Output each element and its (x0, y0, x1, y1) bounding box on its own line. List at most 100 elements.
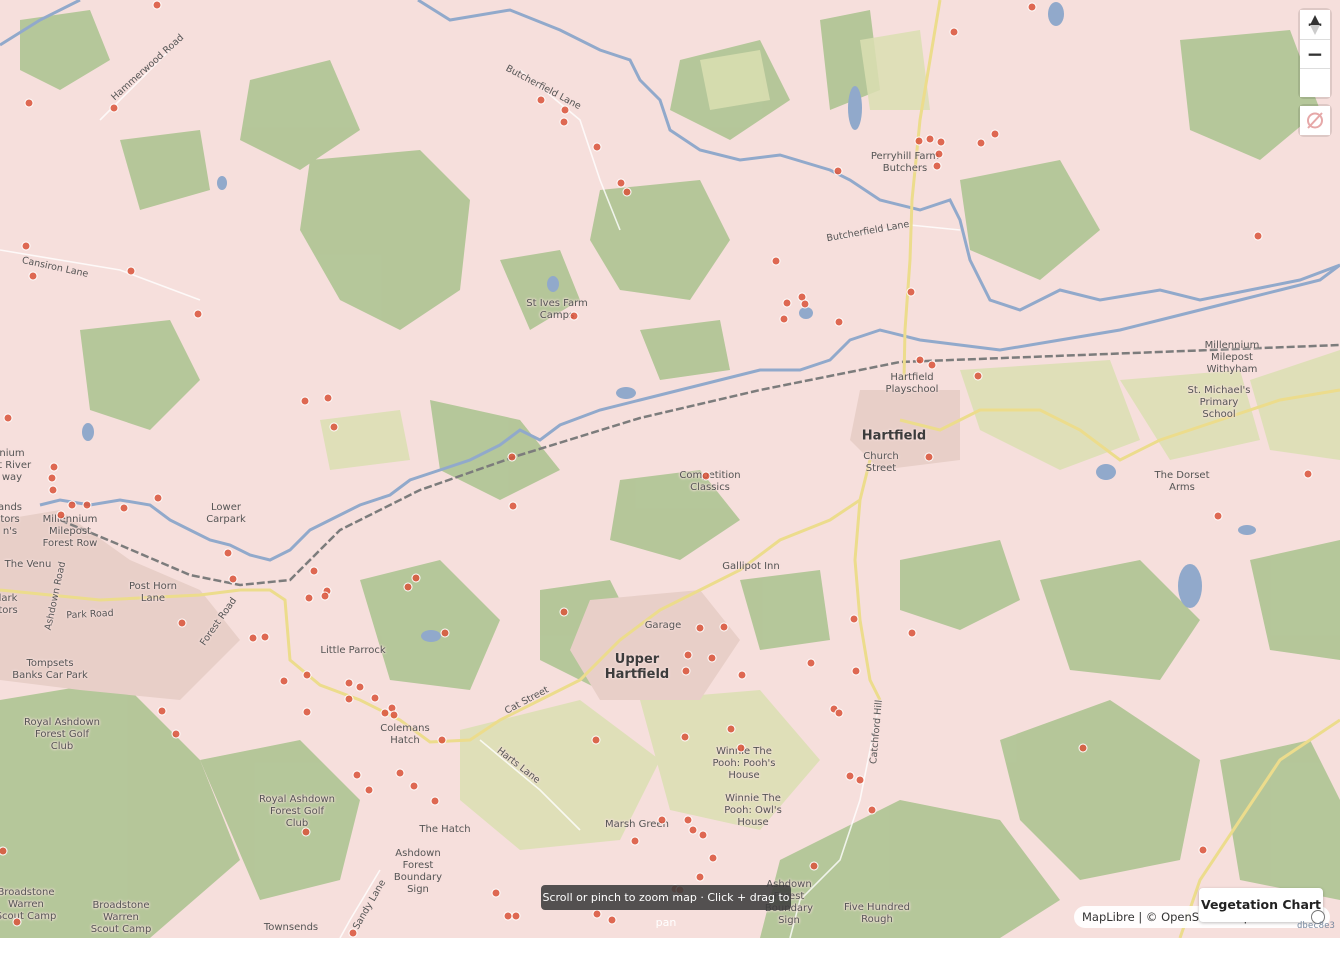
observation-marker[interactable] (591, 735, 601, 745)
observation-marker[interactable] (855, 775, 865, 785)
observation-marker[interactable] (834, 708, 844, 718)
observation-marker[interactable] (1198, 845, 1208, 855)
observation-marker[interactable] (1253, 231, 1263, 241)
observation-marker[interactable] (976, 138, 986, 148)
observation-marker[interactable] (309, 566, 319, 576)
observation-marker[interactable] (616, 178, 626, 188)
observation-marker[interactable] (1027, 2, 1037, 12)
observation-marker[interactable] (389, 710, 399, 720)
observation-marker[interactable] (849, 614, 859, 624)
observation-marker[interactable] (171, 729, 181, 739)
observation-marker[interactable] (3, 413, 13, 423)
observation-marker[interactable] (907, 628, 917, 638)
observation-marker[interactable] (67, 500, 77, 510)
observation-marker[interactable] (82, 500, 92, 510)
observation-marker[interactable] (24, 98, 34, 108)
observation-marker[interactable] (833, 166, 843, 176)
observation-marker[interactable] (177, 618, 187, 628)
map-canvas[interactable]: Hammerwood Road Butcherfield Lane Perryhil… (0, 0, 1340, 938)
observation-marker[interactable] (934, 149, 944, 159)
observation-marker[interactable] (223, 548, 233, 558)
observation-marker[interactable] (152, 0, 162, 10)
observation-marker[interactable] (355, 682, 365, 692)
observation-marker[interactable] (779, 314, 789, 324)
observation-marker[interactable] (915, 355, 925, 365)
observation-marker[interactable] (248, 633, 258, 643)
compass-button[interactable] (1300, 15, 1330, 97)
observation-marker[interactable] (698, 830, 708, 840)
observation-marker[interactable] (1213, 511, 1223, 521)
observation-marker[interactable] (348, 928, 358, 938)
observation-marker[interactable] (782, 298, 792, 308)
observation-marker[interactable] (936, 137, 946, 147)
observation-marker[interactable] (924, 452, 934, 462)
observation-marker[interactable] (736, 743, 746, 753)
observation-marker[interactable] (301, 827, 311, 837)
observation-marker[interactable] (569, 311, 579, 321)
observation-marker[interactable] (28, 271, 38, 281)
observation-marker[interactable] (683, 815, 693, 825)
observation-marker[interactable] (193, 309, 203, 319)
observation-marker[interactable] (592, 142, 602, 152)
observation-marker[interactable] (304, 593, 314, 603)
observation-marker[interactable] (592, 909, 602, 919)
geolocate-button[interactable] (1300, 106, 1330, 135)
observation-marker[interactable] (708, 853, 718, 863)
observation-marker[interactable] (726, 724, 736, 734)
observation-marker[interactable] (329, 422, 339, 432)
observation-marker[interactable] (845, 771, 855, 781)
observation-marker[interactable] (320, 591, 330, 601)
observation-marker[interactable] (695, 872, 705, 882)
observation-marker[interactable] (800, 299, 810, 309)
observation-marker[interactable] (707, 653, 717, 663)
observation-marker[interactable] (806, 658, 816, 668)
observation-marker[interactable] (680, 732, 690, 742)
observation-marker[interactable] (834, 317, 844, 327)
observation-marker[interactable] (657, 815, 667, 825)
observation-marker[interactable] (507, 452, 517, 462)
observation-marker[interactable] (119, 503, 129, 513)
observation-marker[interactable] (949, 27, 959, 37)
observation-marker[interactable] (508, 501, 518, 511)
observation-marker[interactable] (395, 768, 405, 778)
observation-marker[interactable] (279, 676, 289, 686)
observation-marker[interactable] (1303, 469, 1313, 479)
observation-marker[interactable] (302, 670, 312, 680)
observation-marker[interactable] (56, 510, 66, 520)
observation-marker[interactable] (927, 360, 937, 370)
observation-marker[interactable] (260, 632, 270, 642)
maplibre-link[interactable]: MapLibre (1082, 910, 1135, 924)
observation-marker[interactable] (491, 888, 501, 898)
observation-marker[interactable] (409, 781, 419, 791)
observation-marker[interactable] (851, 666, 861, 676)
observation-marker[interactable] (370, 693, 380, 703)
observation-marker[interactable] (681, 666, 691, 676)
observation-marker[interactable] (323, 393, 333, 403)
observation-marker[interactable] (990, 129, 1000, 139)
observation-marker[interactable] (560, 105, 570, 115)
observation-marker[interactable] (403, 582, 413, 592)
observation-marker[interactable] (157, 706, 167, 716)
observation-marker[interactable] (430, 796, 440, 806)
observation-marker[interactable] (440, 628, 450, 638)
observation-marker[interactable] (719, 622, 729, 632)
observation-marker[interactable] (630, 836, 640, 846)
vegetation-chart-button[interactable]: Vegetation Chart (1199, 888, 1323, 922)
observation-marker[interactable] (109, 103, 119, 113)
observation-marker[interactable] (737, 670, 747, 680)
observation-marker[interactable] (695, 623, 705, 633)
observation-marker[interactable] (21, 241, 31, 251)
observation-marker[interactable] (973, 371, 983, 381)
observation-marker[interactable] (0, 846, 8, 856)
observation-marker[interactable] (932, 161, 942, 171)
observation-marker[interactable] (380, 708, 390, 718)
observation-marker[interactable] (906, 287, 916, 297)
observation-marker[interactable] (47, 473, 57, 483)
observation-marker[interactable] (228, 574, 238, 584)
observation-marker[interactable] (352, 770, 362, 780)
observation-marker[interactable] (809, 861, 819, 871)
observation-marker[interactable] (925, 134, 935, 144)
observation-marker[interactable] (559, 117, 569, 127)
observation-marker[interactable] (511, 911, 521, 921)
observation-marker[interactable] (48, 485, 58, 495)
